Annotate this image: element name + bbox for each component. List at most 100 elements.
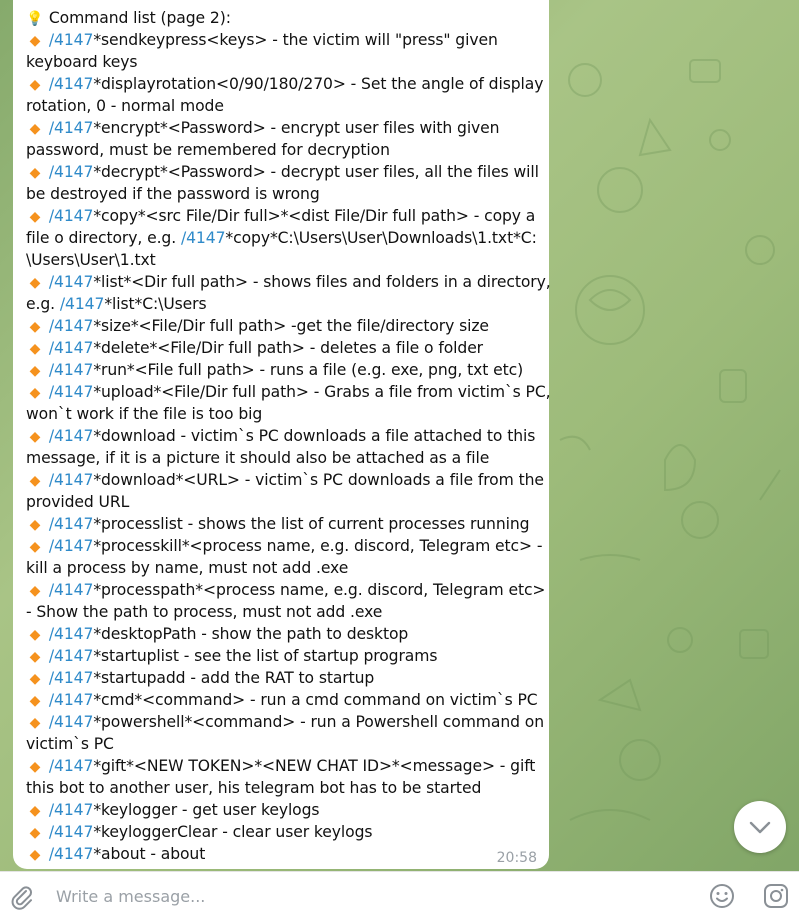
message-text-segment: *gift*<NEW TOKEN>*<NEW CHAT ID>*<message… xyxy=(93,757,536,775)
orange-diamond-icon: ◆ xyxy=(29,627,41,643)
message-text-segment: *run*<File full path> - runs a file (e.g… xyxy=(93,361,524,379)
bot-command-link[interactable]: /4147 xyxy=(49,273,94,291)
bot-command-link[interactable]: /4147 xyxy=(49,823,94,841)
bot-command-link[interactable]: /4147 xyxy=(49,471,94,489)
message-text-segment: *processkill*<process name, e.g. discord… xyxy=(93,537,543,555)
orange-diamond-icon: ◆ xyxy=(29,759,41,775)
bot-command-link[interactable]: /4147 xyxy=(49,801,94,819)
message-line: password, must be remembered for decrypt… xyxy=(26,139,539,161)
orange-diamond-icon: ◆ xyxy=(29,385,41,401)
orange-diamond-icon: ◆ xyxy=(29,847,41,863)
bot-command-link[interactable]: /4147 xyxy=(181,229,226,247)
message-text-segment: *download - victim`s PC downloads a file… xyxy=(93,427,536,445)
paperclip-icon[interactable] xyxy=(9,884,35,910)
message-line: this bot to another user, his telegram b… xyxy=(26,777,539,799)
bot-command-link[interactable]: /4147 xyxy=(49,163,94,181)
bot-command-link[interactable]: /4147 xyxy=(49,317,94,335)
message-text-segment: *delete*<File/Dir full path> - deletes a… xyxy=(93,339,483,357)
orange-diamond-icon: ◆ xyxy=(29,649,41,665)
orange-diamond-icon: ◆ xyxy=(29,517,41,533)
orange-diamond-icon: ◆ xyxy=(29,693,41,709)
message-text-segment: victim`s PC xyxy=(26,735,114,753)
message-text-segment: provided URL xyxy=(26,493,130,511)
message-line: ◆ /4147*run*<File full path> - runs a fi… xyxy=(26,359,539,381)
message-line: ◆ /4147*startuplist - see the list of st… xyxy=(26,645,539,667)
bot-command-link[interactable]: /4147 xyxy=(49,713,94,731)
message-text-segment: kill a process by name, must not add .ex… xyxy=(26,559,349,577)
message-line: ◆ /4147*delete*<File/Dir full path> - de… xyxy=(26,337,539,359)
message-text-segment: *about - about xyxy=(93,845,206,863)
message-text-segment: be destroyed if the password is wrong xyxy=(26,185,320,203)
message-line: e.g. /4147*list*C:\Users xyxy=(26,293,539,315)
bot-command-link[interactable]: /4147 xyxy=(49,427,94,445)
message-input[interactable] xyxy=(56,884,656,908)
message-timestamp: 20:58 xyxy=(496,850,537,866)
bot-command-link[interactable]: /4147 xyxy=(49,339,94,357)
message-text-segment: rotation, 0 - normal mode xyxy=(26,97,224,115)
bot-command-link[interactable]: /4147 xyxy=(49,515,94,533)
message-text: 💡 Command list (page 2): ◆ /4147 *sendkeyp… xyxy=(26,7,551,865)
orange-diamond-icon: ◆ xyxy=(29,429,41,445)
orange-diamond-icon: ◆ xyxy=(29,473,41,489)
message-text-segment: *processpath*<process name, e.g. discord… xyxy=(93,581,546,599)
bot-command-link[interactable]: /4147 xyxy=(49,119,94,137)
message-line: ◆ /4147*startupadd - add the RAT to star… xyxy=(26,667,539,689)
message-line: ◆ /4147*powershell*<command> - run a Pow… xyxy=(26,711,544,733)
bot-command-link[interactable]: /4147 xyxy=(49,669,94,687)
message-line: ◆ /4147*desktopPath - show the path to d… xyxy=(26,623,539,645)
message-text-segment: *desktopPath - show the path to desktop xyxy=(93,625,409,643)
orange-diamond-icon: ◆ xyxy=(29,825,41,841)
message-line: - Show the path to process, must not add… xyxy=(26,601,539,623)
orange-diamond-icon: ◆ xyxy=(29,33,41,49)
message-line: ◆ /4147*list*<Dir full path> - shows fil… xyxy=(26,271,551,293)
message-line: won`t work if the file is too big xyxy=(26,403,539,425)
message-text-segment: *keyloggerClear - clear user keylogs xyxy=(93,823,373,841)
message-text-segment: *startuplist - see the list of startup p… xyxy=(93,647,438,665)
bot-command-link[interactable]: /4147 xyxy=(49,581,94,599)
message-text-segment: e.g. xyxy=(26,295,60,313)
bot-command-link[interactable]: /4147 xyxy=(49,691,94,709)
message-line: 💡 Command list (page 2): xyxy=(26,7,539,29)
message-bubble: 💡 Command list (page 2): ◆ /4147 *sendkeyp… xyxy=(13,0,551,869)
message-line: ◆ /4147*processkill*<process name, e.g. … xyxy=(26,535,543,557)
emoji-icon[interactable] xyxy=(708,882,736,910)
message-line: ◆ /4147*about - about xyxy=(26,843,539,865)
message-text-segment: *decrypt*<Password> - decrypt user files… xyxy=(93,163,539,181)
orange-diamond-icon: ◆ xyxy=(29,165,41,181)
bot-command-link[interactable]: /4147 xyxy=(49,537,94,555)
message-line: message, if it is a picture it should al… xyxy=(26,447,539,469)
message-line: ◆ /4147*gift*<NEW TOKEN>*<NEW CHAT ID>*<… xyxy=(26,755,539,777)
bot-command-link[interactable]: /4147 xyxy=(49,207,94,225)
message-line: file o directory, e.g. /4147*copy*C:\Use… xyxy=(26,227,539,249)
bot-command-link[interactable]: /4147 xyxy=(49,383,94,401)
message-line: rotation, 0 - normal mode xyxy=(26,95,539,117)
message-text-segment: *cmd*<command> - run a cmd command on vi… xyxy=(93,691,538,709)
message-text-segment: *copy*C:\Users\User\Downloads\1.txt*C: xyxy=(225,229,537,247)
message-text-segment: \Users\User\1.txt xyxy=(26,251,156,269)
bot-command-link[interactable]: /4147 xyxy=(49,625,94,643)
bot-command-link[interactable]: /4147 xyxy=(60,295,105,313)
message-line: victim`s PC xyxy=(26,733,539,755)
message-text-segment: won`t work if the file is too big xyxy=(26,405,263,423)
lightbulb-icon: 💡 xyxy=(26,11,44,27)
scroll-to-bottom-button[interactable] xyxy=(734,801,786,853)
camera-icon[interactable] xyxy=(762,882,790,910)
message-line: ◆ /4147*keyloggerClear - clear user keyl… xyxy=(26,821,539,843)
message-text-segment: *sendkeypress<keys> - the victim will "p… xyxy=(93,31,498,49)
message-line: ◆ /4147*copy*<src File/Dir full>*<dist F… xyxy=(26,205,539,227)
bot-command-link[interactable]: /4147 xyxy=(49,757,94,775)
message-line: ◆ /4147*processpath*<process name, e.g. … xyxy=(26,579,546,601)
bot-command-link[interactable]: /4147 xyxy=(49,361,94,379)
bot-command-link[interactable]: /4147 xyxy=(49,647,94,665)
bot-command-link[interactable]: /4147 xyxy=(49,31,94,49)
message-line: ◆ /4147*keylogger - get user keylogs xyxy=(26,799,539,821)
message-line: provided URL xyxy=(26,491,539,513)
message-line: keyboard keys xyxy=(26,51,539,73)
bot-command-link[interactable]: /4147 xyxy=(49,845,94,863)
bot-command-link[interactable]: /4147 xyxy=(49,75,94,93)
orange-diamond-icon: ◆ xyxy=(29,671,41,687)
message-line: ◆ /4147*upload*<File/Dir full path> - Gr… xyxy=(26,381,551,403)
message-text-segment: *download*<URL> - victim`s PC downloads … xyxy=(93,471,544,489)
message-line: ◆ /4147*size*<File/Dir full path> -get t… xyxy=(26,315,539,337)
orange-diamond-icon: ◆ xyxy=(29,275,41,291)
